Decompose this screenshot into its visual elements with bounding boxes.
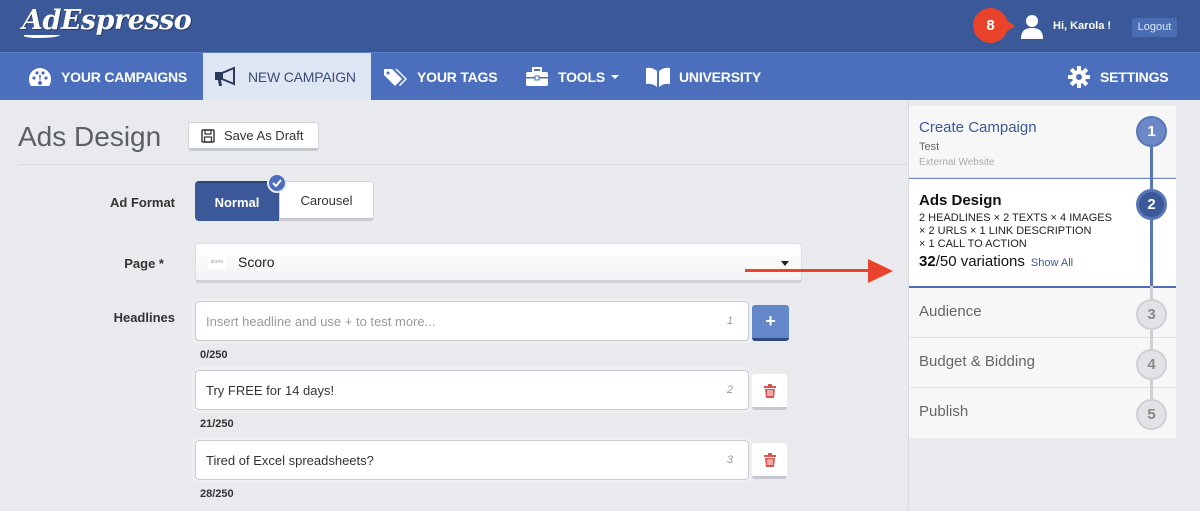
- step-description-line: 2 HEADLINES × 2 TEXTS × 4 IMAGES: [919, 212, 1112, 224]
- show-all-link[interactable]: Show All: [1031, 257, 1073, 269]
- floppy-disk-icon: [201, 128, 215, 143]
- step-subtitle: Test: [919, 141, 940, 153]
- user-greeting: Hi, Karola !: [1053, 20, 1112, 32]
- dashboard-icon: [27, 66, 53, 88]
- annotation-arrow-line: [745, 269, 870, 272]
- delete-headline-button[interactable]: [752, 374, 787, 410]
- step-ads-design: Ads Design 2 HEADLINES × 2 TEXTS × 4 IMA…: [909, 178, 1176, 288]
- save-draft-label: Save As Draft: [224, 128, 304, 143]
- checkmark-icon: [267, 173, 287, 193]
- dropdown-caret-icon: [781, 261, 789, 266]
- save-draft-button[interactable]: Save As Draft: [188, 122, 319, 151]
- nav-label: UNIVERSITY: [679, 68, 762, 85]
- tags-icon: [383, 66, 409, 88]
- step-number-badge: 1: [1136, 116, 1167, 147]
- ad-format-normal[interactable]: Normal: [195, 173, 287, 221]
- step-description-line: × 2 URLS × 1 LINK DESCRIPTION: [919, 225, 1092, 237]
- step-create-campaign[interactable]: Create Campaign Test External Website: [909, 106, 1176, 178]
- delete-headline-button[interactable]: [752, 443, 787, 479]
- variations-current: 32: [919, 253, 936, 270]
- nav-university[interactable]: UNIVERSITY: [645, 53, 761, 100]
- nav-label: YOUR CAMPAIGNS: [61, 68, 188, 85]
- headline-input-1[interactable]: Insert headline and use + to test more..…: [195, 301, 749, 341]
- nav-your-campaigns[interactable]: YOUR CAMPAIGNS: [27, 53, 187, 100]
- nav-label: NEW CAMPAIGN: [248, 68, 356, 85]
- step-description: 2 HEADLINES × 2 TEXTS × 4 IMAGES × 2 URL…: [919, 212, 1176, 251]
- nav-settings[interactable]: SETTINGS: [1066, 53, 1169, 100]
- logo-swoosh: [24, 33, 60, 38]
- ad-format-toggle: Normal Carousel: [195, 173, 374, 221]
- notification-badge[interactable]: 8: [973, 8, 1015, 43]
- steps-panel: Create Campaign Test External Website Ad…: [909, 106, 1176, 438]
- trash-icon: [763, 383, 776, 398]
- trash-icon: [763, 452, 776, 467]
- headline-value: Try FREE for 14 days!: [206, 382, 335, 398]
- nav-your-tags[interactable]: YOUR TAGS: [383, 53, 498, 100]
- headline-input-2[interactable]: Try FREE for 14 days! 2: [195, 370, 749, 410]
- step-number-badge: 5: [1136, 399, 1167, 430]
- nav-label: SETTINGS: [1100, 68, 1169, 85]
- top-bar: AdEspresso 8 Hi, Karola ! Logout: [0, 0, 1200, 52]
- ad-format-carousel[interactable]: Carousel: [279, 181, 374, 221]
- headline-value: Tired of Excel spreadsheets?: [206, 452, 374, 468]
- step-number-badge: 4: [1136, 349, 1167, 380]
- book-icon: [645, 66, 671, 88]
- briefcase-icon: [524, 66, 550, 88]
- headline-counter: 21/250: [200, 418, 234, 430]
- headline-input-3[interactable]: Tired of Excel spreadsheets? 3: [195, 440, 749, 480]
- headline-index: 3: [726, 454, 733, 466]
- headline-counter: 28/250: [200, 488, 234, 500]
- main-nav: YOUR CAMPAIGNS NEW CAMPAIGN YOUR TAGS TO…: [0, 52, 1200, 100]
- page-select-value: Scoro: [238, 254, 275, 270]
- annotation-arrow-head: [868, 259, 893, 283]
- headline-index: 2: [726, 384, 733, 396]
- headline-index: 1: [726, 315, 733, 327]
- ad-format-carousel-label: Carousel: [300, 192, 353, 208]
- step-title: Audience: [919, 303, 982, 320]
- ad-format-normal-label: Normal: [214, 194, 260, 210]
- headline-placeholder: Insert headline and use + to test more..…: [206, 313, 436, 329]
- step-number-badge: 3: [1136, 299, 1167, 330]
- variations-count: 32/50 variations Show All: [919, 253, 1176, 270]
- page-title: Ads Design: [18, 121, 162, 152]
- step-title: Publish: [919, 403, 969, 420]
- step-description-line: × 1 CALL TO ACTION: [919, 238, 1027, 250]
- nav-label: YOUR TAGS: [417, 68, 498, 85]
- step-subtitle-secondary: External Website: [919, 157, 995, 168]
- page-logo: scoro: [208, 255, 226, 269]
- step-number-badge: 2: [1136, 189, 1167, 220]
- gear-icon: [1066, 65, 1092, 88]
- headlines-label: Headlines: [113, 310, 175, 325]
- step-title: Budget & Bidding: [919, 353, 1035, 370]
- chevron-down-icon: [610, 74, 619, 79]
- nav-tools[interactable]: TOOLS: [524, 53, 619, 100]
- user-icon[interactable]: [1019, 13, 1045, 39]
- page-label: Page *: [124, 256, 164, 271]
- logo[interactable]: AdEspresso: [22, 5, 192, 36]
- megaphone-icon: [214, 66, 240, 88]
- add-headline-button[interactable]: +: [752, 305, 789, 341]
- logout-button[interactable]: Logout: [1132, 18, 1177, 37]
- nav-new-campaign[interactable]: NEW CAMPAIGN: [203, 53, 371, 100]
- variations-total: /50 variations: [935, 253, 1025, 270]
- ad-format-label: Ad Format: [110, 195, 175, 210]
- headline-counter: 0/250: [200, 349, 228, 361]
- title-divider: [18, 164, 908, 165]
- nav-label: TOOLS: [558, 68, 605, 85]
- page-select[interactable]: scoro Scoro: [195, 243, 802, 283]
